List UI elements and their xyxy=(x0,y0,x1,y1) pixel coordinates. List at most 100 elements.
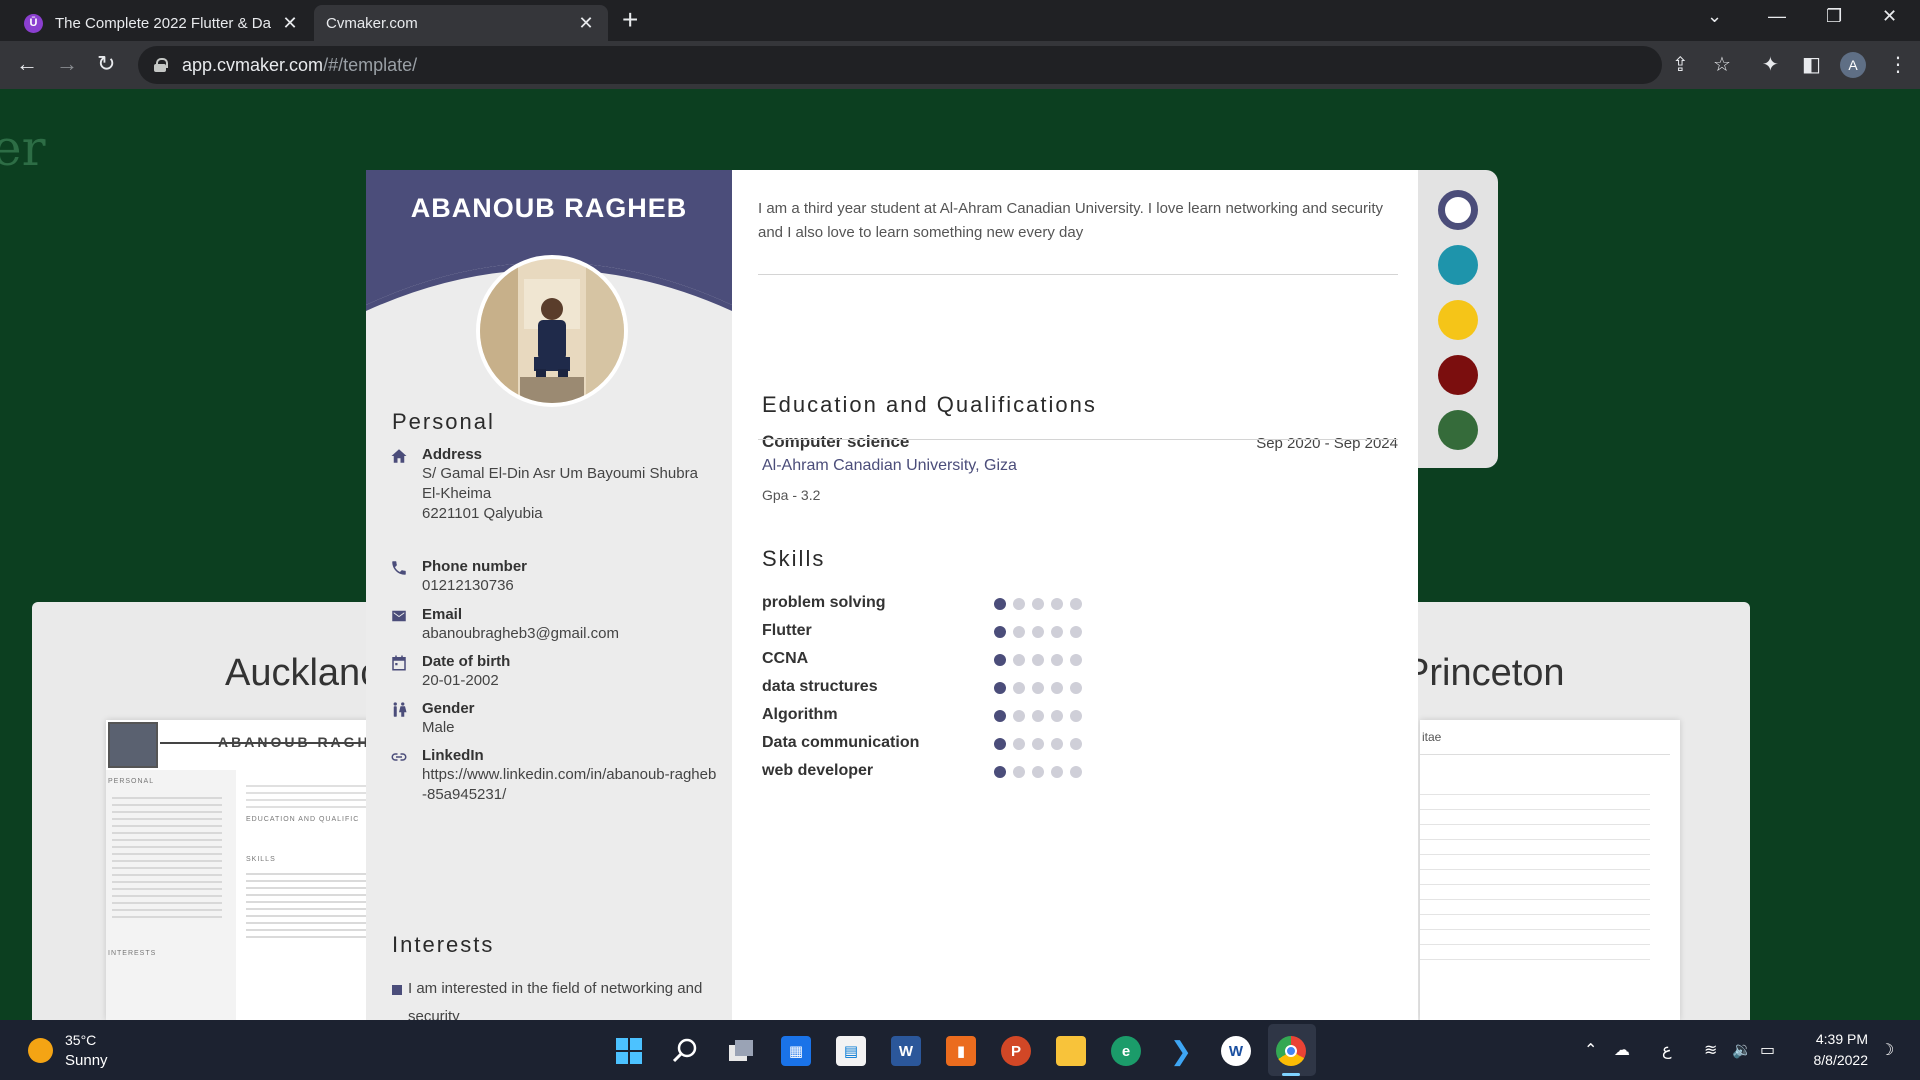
personal-label: Email xyxy=(422,606,463,623)
tab-flutter-course[interactable]: Ū The Complete 2022 Flutter & Da ✕ xyxy=(12,5,312,41)
extensions-icon[interactable]: ✦ xyxy=(1762,53,1779,77)
chrome-icon[interactable] xyxy=(1276,1036,1306,1066)
url-path: /#/template/ xyxy=(323,54,418,75)
color-swatch-yellow[interactable] xyxy=(1438,300,1478,340)
store-icon[interactable]: ▤ xyxy=(836,1036,866,1066)
profile-photo xyxy=(476,255,628,407)
skill-name: Data communication xyxy=(762,734,920,751)
office-icon[interactable]: ▮ xyxy=(946,1036,976,1066)
windows-taskbar: 35°C Sunny ▦ ▤ W ▮ P e ❯ W ⌃ ☁ ع ≋ 🔉 ▭ 4… xyxy=(0,1020,1920,1080)
personal-label: Gender xyxy=(422,700,475,717)
template-name-princeton[interactable]: Princeton xyxy=(1404,652,1565,695)
share-icon[interactable]: ⇪ xyxy=(1672,53,1689,77)
restore-button[interactable]: ❐ xyxy=(1826,6,1842,27)
weather-condition[interactable]: Sunny xyxy=(65,1052,108,1069)
battery-icon[interactable]: ▭ xyxy=(1760,1040,1775,1060)
skill-level-dot xyxy=(1070,766,1082,778)
forward-icon[interactable]: → xyxy=(56,51,78,77)
minimize-button[interactable]: — xyxy=(1768,6,1786,27)
color-swatch-maroon[interactable] xyxy=(1438,355,1478,395)
skill-level-dot xyxy=(1032,738,1044,750)
wifi-icon[interactable]: ≋ xyxy=(1704,1040,1717,1060)
preview-rule xyxy=(1420,754,1670,755)
calendar-app-icon[interactable]: ▦ xyxy=(781,1036,811,1066)
divider xyxy=(758,439,1398,440)
url-host: app.cvmaker.com xyxy=(182,54,324,75)
color-swatch-green[interactable] xyxy=(1438,410,1478,450)
cv-summary: I am a third year student at Al-Ahram Ca… xyxy=(758,200,1384,241)
section-title-education: Education and Qualifications xyxy=(762,392,1097,417)
sun-icon[interactable] xyxy=(28,1038,53,1063)
color-swatch-indigo[interactable] xyxy=(1438,190,1478,230)
skill-level-dot xyxy=(1013,626,1025,638)
skill-name: Flutter xyxy=(762,622,812,639)
preview-photo xyxy=(108,722,158,768)
skill-level-dot xyxy=(994,654,1006,666)
personal-value: 20-01-2002 xyxy=(422,672,499,689)
side-panel-icon[interactable]: ◧ xyxy=(1802,53,1821,77)
template-preview-auckland[interactable]: ABANOUB RAGHE PERSONAL EDUCATION AND QUA… xyxy=(106,720,406,1020)
word-icon[interactable]: W xyxy=(891,1036,921,1066)
notification-icon[interactable]: ☽ xyxy=(1880,1040,1894,1060)
address-bar[interactable]: app.cvmaker.com/#/template/ xyxy=(138,46,1662,84)
personal-value: 01212130736 xyxy=(422,577,514,594)
close-window-button[interactable]: ✕ xyxy=(1882,6,1897,27)
browser-toolbar: ← → ↻ app.cvmaker.com/#/template/ ⇪ ☆ ✦ … xyxy=(0,41,1920,89)
clock-date[interactable]: 8/8/2022 xyxy=(1800,1052,1869,1068)
search-icon[interactable] xyxy=(670,1036,700,1066)
preview-section: SKILLS xyxy=(246,856,276,863)
personal-gender: Gender Male xyxy=(390,699,720,738)
vscode-icon[interactable]: ❯ xyxy=(1166,1036,1196,1066)
personal-value: Male xyxy=(422,719,455,736)
personal-phone: Phone number 01212130736 xyxy=(390,557,720,596)
profile-avatar[interactable]: A xyxy=(1840,52,1866,78)
color-palette xyxy=(1418,170,1498,468)
lock-icon[interactable] xyxy=(154,58,168,72)
skill-level-dot xyxy=(994,626,1006,638)
tab-strip: Ū The Complete 2022 Flutter & Da ✕ CV Cv… xyxy=(0,0,1920,105)
menu-icon[interactable]: ⋮ xyxy=(1888,53,1908,77)
interest-text: I am interested in the field of networki… xyxy=(408,980,703,1020)
gender-icon xyxy=(393,702,407,717)
skill-level-dot xyxy=(1051,598,1063,610)
app-icon[interactable]: W xyxy=(1221,1036,1251,1066)
tab-search-icon[interactable]: ⌄ xyxy=(1707,6,1722,27)
bullet-square-icon xyxy=(392,985,402,995)
chevron-up-icon[interactable]: ⌃ xyxy=(1584,1040,1597,1060)
onedrive-icon[interactable]: ☁ xyxy=(1614,1040,1630,1060)
personal-value: abanoubragheb3@gmail.com xyxy=(422,625,620,642)
new-tab-button[interactable]: + xyxy=(622,6,638,34)
skill-level-dot xyxy=(1013,738,1025,750)
clock-time[interactable]: 4:39 PM xyxy=(1800,1031,1868,1047)
skill-name: CCNA xyxy=(762,650,809,667)
section-title-personal: Personal xyxy=(392,409,495,434)
start-icon[interactable] xyxy=(614,1036,644,1066)
skill-level-dot xyxy=(1051,710,1063,722)
udemy-icon: Ū xyxy=(24,13,43,33)
volume-icon[interactable]: 🔉 xyxy=(1732,1040,1752,1060)
page-content: er Aucklanc Princeton ABANOUB RAGHE PERS… xyxy=(0,89,1920,1020)
reload-icon[interactable]: ↻ xyxy=(97,51,115,77)
skill-level-dot xyxy=(1070,654,1082,666)
file-explorer-icon[interactable] xyxy=(1056,1036,1086,1066)
input-language[interactable]: ع xyxy=(1662,1040,1672,1060)
template-name-auckland[interactable]: Aucklanc xyxy=(225,652,379,695)
skill-row: data structures xyxy=(762,678,1162,700)
edge-icon[interactable]: e xyxy=(1111,1036,1141,1066)
personal-linkedin: LinkedIn https://www.linkedin.com/in/aba… xyxy=(390,746,720,805)
task-view-icon[interactable] xyxy=(726,1036,756,1066)
bookmark-star-icon[interactable]: ☆ xyxy=(1713,53,1731,77)
skill-level-rating xyxy=(994,654,1082,666)
calendar-icon xyxy=(392,655,406,671)
template-preview-princeton[interactable]: itae xyxy=(1420,720,1680,1020)
close-tab-icon[interactable]: ✕ xyxy=(280,13,300,34)
skill-name: problem solving xyxy=(762,594,886,611)
back-icon[interactable]: ← xyxy=(16,51,38,77)
tab-cvmaker[interactable]: CV Cvmaker.com ✕ xyxy=(314,5,699,105)
weather-temperature[interactable]: 35°C xyxy=(65,1032,96,1048)
skill-level-dot xyxy=(1032,682,1044,694)
close-tab-icon[interactable]: ✕ xyxy=(576,13,596,34)
color-swatch-teal[interactable] xyxy=(1438,245,1478,285)
powerpoint-icon[interactable]: P xyxy=(1001,1036,1031,1066)
skill-name: data structures xyxy=(762,678,878,695)
